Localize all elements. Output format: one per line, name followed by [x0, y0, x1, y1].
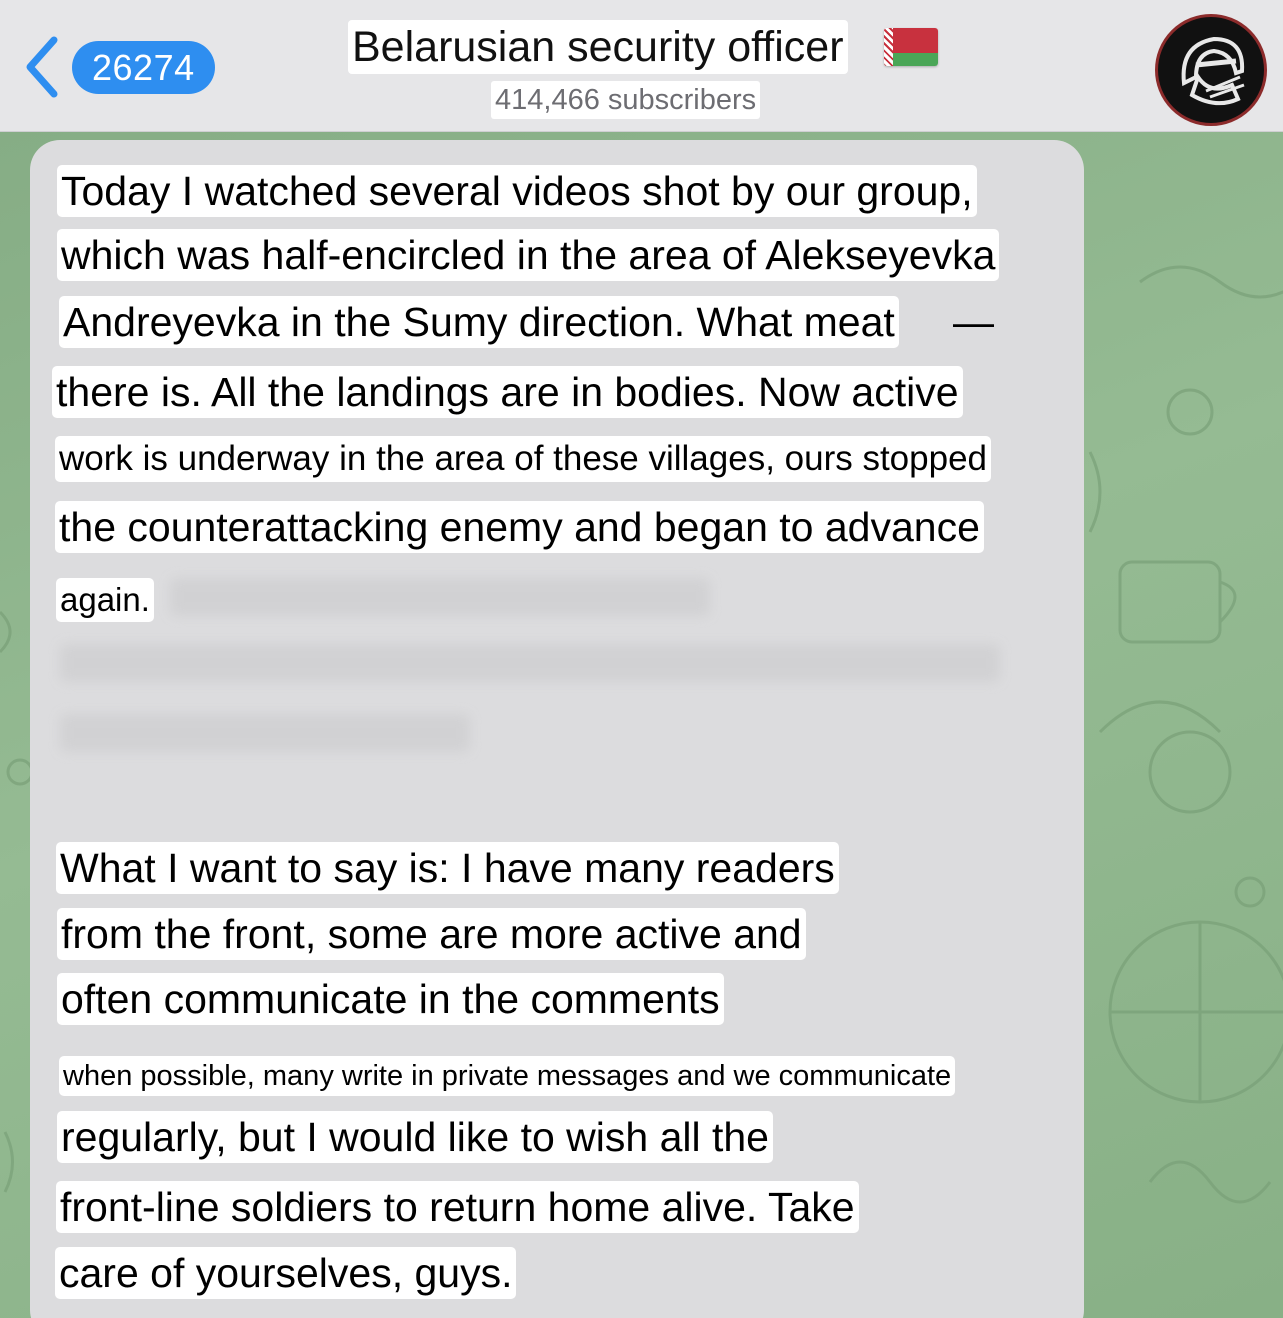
message-line: work is underway in the area of these vi… — [55, 436, 992, 482]
message-line: when possible, many write in private mes… — [59, 1056, 956, 1096]
message-line: care of yourselves, guys. — [55, 1247, 517, 1299]
blurred-text — [170, 578, 710, 616]
channel-avatar[interactable] — [1155, 14, 1267, 126]
message-line: often communicate in the comments — [57, 973, 724, 1025]
message-line: there is. All the landings are in bodies… — [52, 366, 963, 418]
channel-header: 26274 Belarusian security officer 414,46… — [0, 0, 1283, 132]
message-line: What I want to say is: I have many reade… — [56, 842, 839, 894]
message-line: which was half-encircled in the area of … — [57, 229, 1000, 281]
channel-title-row[interactable]: Belarusian security officer — [348, 19, 938, 74]
chevron-left-icon — [26, 36, 58, 98]
channel-title[interactable]: Belarusian security officer — [348, 19, 848, 74]
message-line: Today I watched several videos shot by o… — [57, 165, 977, 217]
message-line: Andreyevka in the Sumy direction. What m… — [59, 296, 899, 348]
back-button[interactable] — [18, 34, 66, 100]
message-line: again. — [56, 578, 154, 622]
belarus-flag-icon — [883, 27, 938, 66]
message-line: front-line soldiers to return home alive… — [56, 1181, 859, 1233]
message-line: regularly, but I would like to wish all … — [57, 1111, 773, 1163]
unread-count-badge[interactable]: 26274 — [72, 41, 215, 94]
message-line: from the front, some are more active and — [57, 908, 806, 960]
em-dash: — — [953, 299, 994, 345]
blurred-text — [60, 644, 1000, 682]
blurred-text — [60, 714, 470, 752]
message-line: the counterattacking enemy and began to … — [55, 501, 984, 553]
masked-soldier-avatar-icon — [1181, 36, 1245, 106]
subscriber-count: 414,466 subscribers — [491, 81, 761, 119]
